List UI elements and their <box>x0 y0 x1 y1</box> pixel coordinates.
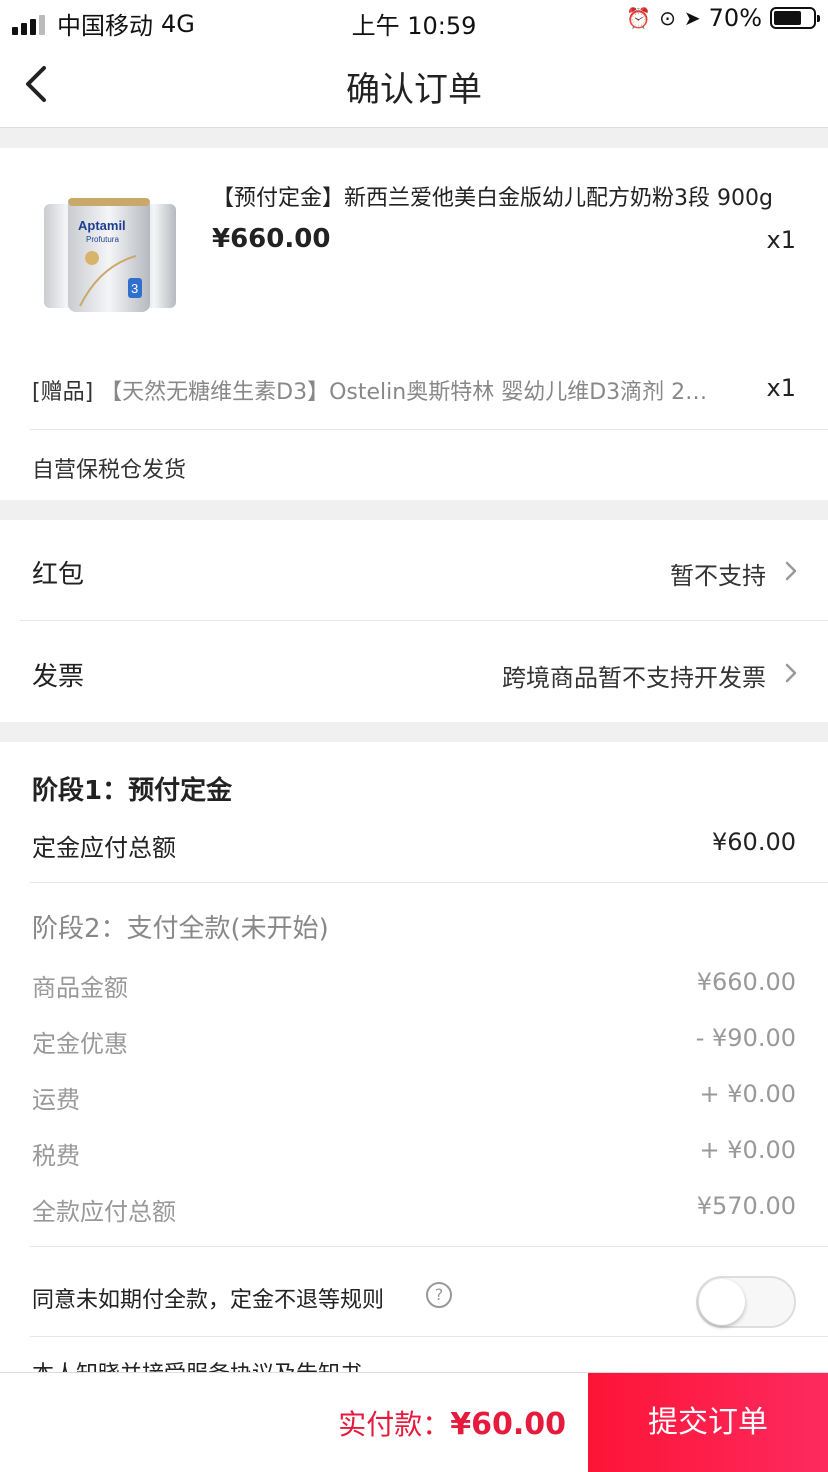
agreement-row: 同意未如期付全款，定金不退等规则 ? <box>32 1276 796 1328</box>
freight-value: + ¥0.00 <box>699 1080 796 1108</box>
stage1-title: 阶段1：预付定金 <box>32 776 233 806</box>
deposit-discount-value: - ¥90.00 <box>695 1024 796 1052</box>
divider <box>30 1336 828 1337</box>
invoice-label: 发票 <box>32 662 85 692</box>
status-bar: 中国移动 4G 上午 10:59 ⏰ ⊙ ➤ 70% <box>0 0 828 40</box>
deposit-total-value: ¥60.00 <box>712 828 796 856</box>
payment-stages-card: 阶段1：预付定金 定金应付总额 ¥60.00 阶段2：支付全款(未开始) 商品金… <box>0 742 828 1387</box>
divider <box>30 1246 828 1247</box>
tax-label: 税费 <box>32 1142 80 1170</box>
confirm-order-page: 中国移动 4G 上午 10:59 ⏰ ⊙ ➤ 70% 确认订单 Aptamil … <box>0 0 828 1472</box>
chevron-right-icon <box>785 663 797 683</box>
pay-summary: 实付款：¥60.00 <box>338 1403 566 1443</box>
divider <box>20 620 828 621</box>
battery-icon <box>770 7 820 29</box>
options-card: 红包 暂不支持 发票 跨境商品暂不支持开发票 <box>0 520 828 722</box>
page-title: 确认订单 <box>346 70 482 110</box>
full-total-value: ¥570.00 <box>696 1192 796 1220</box>
svg-text:3: 3 <box>131 281 138 296</box>
battery-percent: 70% <box>708 4 762 32</box>
redpacket-value: 暂不支持 <box>670 562 766 590</box>
alarm-icon: ⏰ <box>626 6 652 30</box>
invoice-value: 跨境商品暂不支持开发票 <box>502 664 766 692</box>
redpacket-label: 红包 <box>32 560 85 590</box>
location-icon: ➤ <box>683 6 701 30</box>
product-price: ¥660.00 <box>212 224 331 254</box>
deposit-discount-label: 定金优惠 <box>32 1030 128 1058</box>
chevron-right-icon <box>785 561 797 581</box>
divider <box>30 429 828 430</box>
question-circle-icon[interactable]: ? <box>426 1282 452 1308</box>
shipping-info: 自营保税仓发货 <box>32 458 187 483</box>
full-total-label: 全款应付总额 <box>32 1198 176 1226</box>
gift-quantity: x1 <box>766 374 796 402</box>
status-right: ⏰ ⊙ ➤ 70% <box>626 4 820 32</box>
goods-amount-value: ¥660.00 <box>696 968 796 996</box>
deposit-total-label: 定金应付总额 <box>32 834 176 862</box>
svg-text:Profutura: Profutura <box>86 235 119 244</box>
agreement-toggle[interactable] <box>696 1276 796 1328</box>
pay-label: 实付款： <box>338 1408 451 1441</box>
bottom-bar: 实付款：¥60.00 提交订单 <box>0 1372 828 1472</box>
submit-order-button[interactable]: 提交订单 <box>588 1373 828 1472</box>
gift-tag: [赠品] <box>32 380 94 405</box>
agreement-text: 同意未如期付全款，定金不退等规则 <box>32 1288 385 1313</box>
invoice-row[interactable]: 发票 跨境商品暂不支持开发票 <box>0 622 828 722</box>
product-title[interactable]: 【预付定金】新西兰爱他美白金版幼儿配方奶粉3段 900g <box>212 180 802 212</box>
product-card: Aptamil Profutura 3 【预付定金】新西兰爱他美白金版幼儿配方奶… <box>0 148 828 500</box>
pay-amount: ¥60.00 <box>450 1407 566 1442</box>
tax-value: + ¥0.00 <box>699 1136 796 1164</box>
product-thumbnail[interactable]: Aptamil Profutura 3 <box>40 196 180 316</box>
svg-text:Aptamil: Aptamil <box>78 218 126 233</box>
divider <box>30 882 828 883</box>
freight-label: 运费 <box>32 1086 80 1114</box>
goods-amount-label: 商品金额 <box>32 974 128 1002</box>
toggle-knob <box>699 1279 745 1325</box>
gift-row: [赠品] 【天然无糖维生素D3】Ostelin奥斯特林 婴幼儿维D3滴剂 20m… <box>32 374 796 406</box>
redpacket-row[interactable]: 红包 暂不支持 <box>0 520 828 620</box>
nav-bar: 确认订单 <box>0 40 828 128</box>
gift-name: 【天然无糖维生素D3】Ostelin奥斯特林 婴幼儿维D3滴剂 20ml <box>100 380 721 405</box>
rotation-lock-icon: ⊙ <box>659 6 676 30</box>
product-quantity: x1 <box>766 226 796 254</box>
stage2-title: 阶段2：支付全款(未开始) <box>32 914 329 944</box>
